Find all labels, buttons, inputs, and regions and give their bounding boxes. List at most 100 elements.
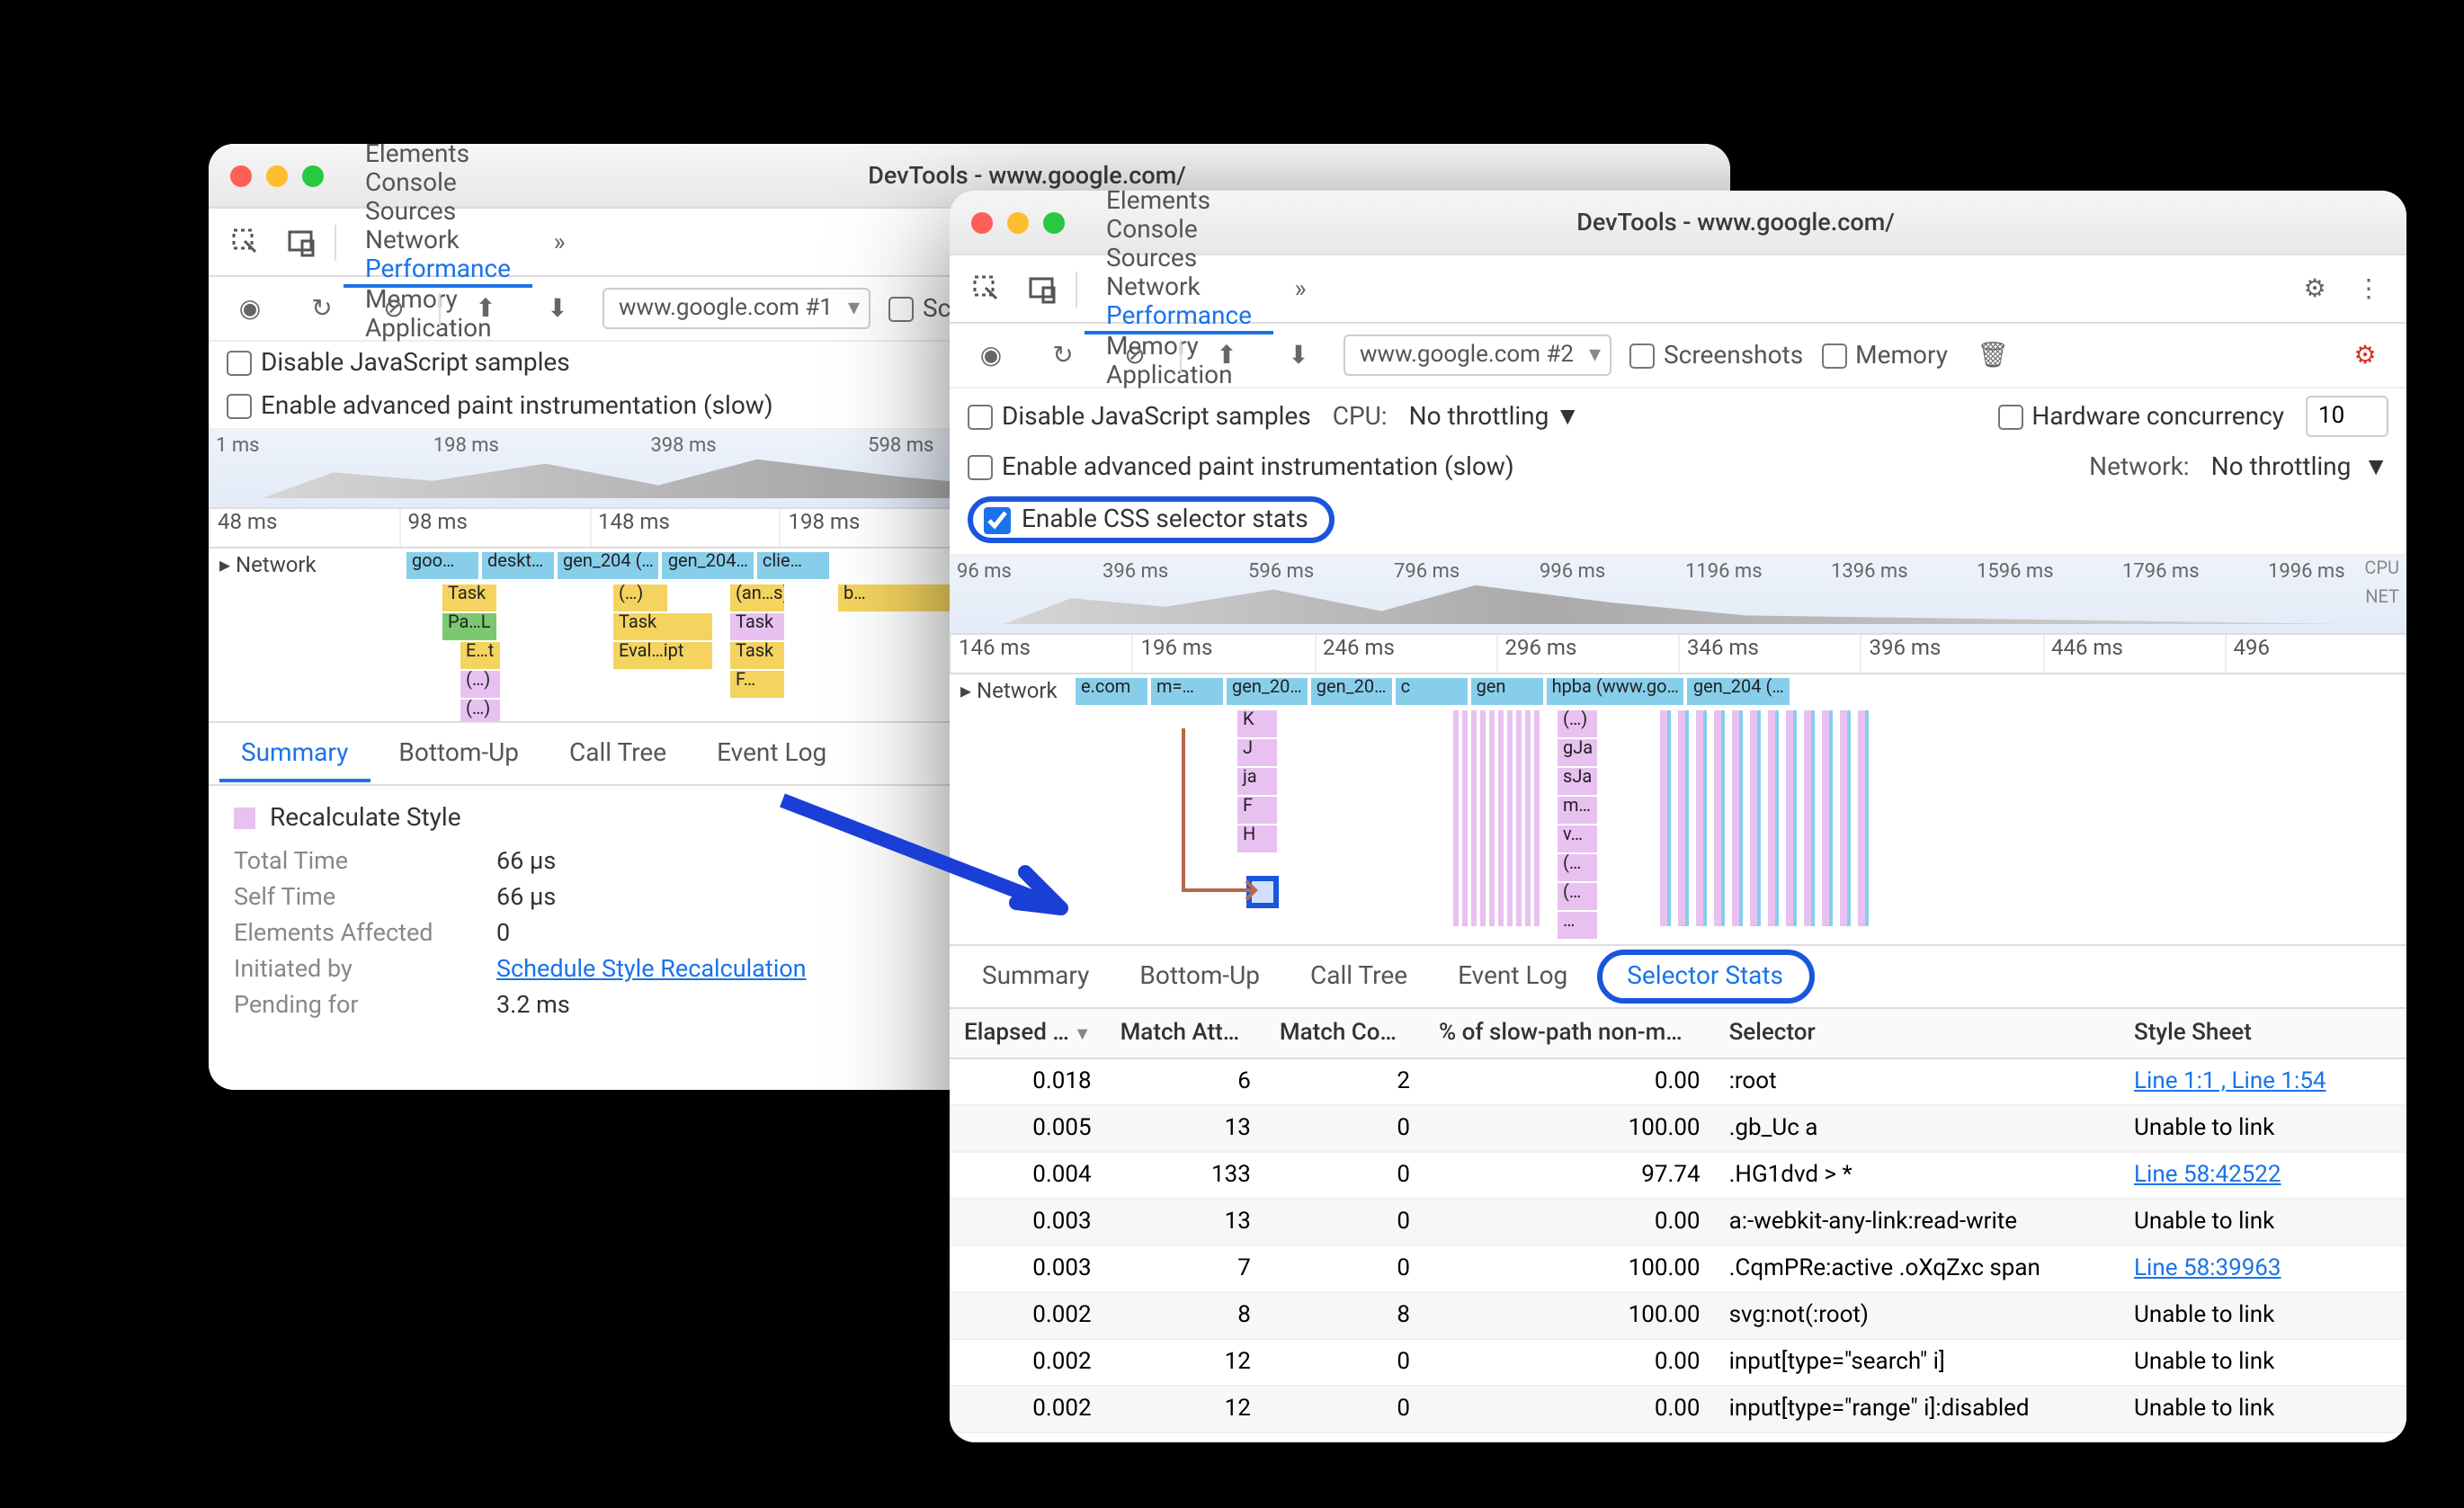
flame-block[interactable]: sJa: [1558, 768, 1597, 795]
profile-select[interactable]: www.google.com #1: [603, 288, 870, 329]
clear-icon[interactable]: ⊘: [367, 294, 421, 323]
network-item[interactable]: gen_20…: [1311, 678, 1392, 705]
network-item[interactable]: gen_204…: [663, 552, 754, 579]
table-row[interactable]: 0.0021200.00input[type="search" i]Unable…: [950, 1339, 2406, 1386]
upload-icon[interactable]: ⬆: [459, 294, 513, 323]
profile-select[interactable]: www.google.com #2: [1344, 335, 1611, 376]
time-ruler[interactable]: 146 ms196 ms246 ms296 ms346 ms396 ms446 …: [950, 635, 2406, 674]
col-header[interactable]: Elapsed …: [950, 1009, 1106, 1058]
flame-block[interactable]: …: [1558, 912, 1597, 939]
reload-icon[interactable]: ↻: [295, 294, 349, 323]
paint-instrumentation-checkbox[interactable]: Enable advanced paint instrumentation (s…: [227, 392, 773, 421]
record-icon[interactable]: ◉: [223, 294, 277, 323]
flame-block[interactable]: (…): [460, 700, 500, 721]
stylesheet-link[interactable]: Line 58:42522: [2134, 1162, 2281, 1189]
network-item[interactable]: gen_204 (…: [558, 552, 659, 579]
kebab-icon[interactable]: ⋮: [2342, 274, 2396, 303]
maximize-icon[interactable]: [1043, 211, 1065, 233]
detail-tab-selector-stats[interactable]: Selector Stats: [1596, 950, 1814, 1004]
flame-block[interactable]: m…: [1558, 797, 1597, 824]
tab-elements[interactable]: Elements: [344, 144, 532, 169]
network-item[interactable]: m=…: [1151, 678, 1223, 705]
detail-tab-call-tree[interactable]: Call Tree: [1289, 951, 1429, 1002]
network-item[interactable]: gen_204 (…: [1688, 678, 1790, 705]
flame-block[interactable]: E…t: [460, 642, 500, 669]
stylesheet-link[interactable]: Line 1:1 , Line 1:54: [2134, 1068, 2326, 1095]
cpu-throttle-select[interactable]: No throttling ▼: [1409, 401, 1580, 432]
flame-block[interactable]: (…): [1558, 710, 1597, 737]
tab-performance[interactable]: Performance: [344, 255, 532, 288]
flame-block[interactable]: b…: [838, 584, 946, 611]
flame-block[interactable]: Pa…L: [442, 613, 496, 640]
close-icon[interactable]: [230, 165, 252, 186]
download-icon[interactable]: ⬇: [531, 294, 585, 323]
detail-tab-bottom-up[interactable]: Bottom-Up: [377, 728, 540, 779]
gc-icon[interactable]: 🗑: [1966, 341, 2020, 370]
tab-performance[interactable]: Performance: [1085, 302, 1273, 335]
paint-instrumentation-checkbox[interactable]: Enable advanced paint instrumentation (s…: [968, 452, 1514, 481]
network-item[interactable]: goo…: [406, 552, 478, 579]
minimize-icon[interactable]: [266, 165, 288, 186]
upload-icon[interactable]: ⬆: [1200, 341, 1254, 370]
inspect-icon[interactable]: [960, 272, 1014, 305]
network-item[interactable]: hpba (www.go…: [1547, 678, 1684, 705]
inspect-icon[interactable]: [219, 226, 273, 258]
clear-icon[interactable]: ⊘: [1108, 341, 1162, 370]
table-row[interactable]: 0.0031300.00a:-webkit-any-link:read-writ…: [950, 1199, 2406, 1245]
hw-concurrency-input[interactable]: [2306, 396, 2388, 437]
table-row[interactable]: 0.0021200.00input[type="range" i]:disabl…: [950, 1386, 2406, 1432]
network-item[interactable]: gen: [1471, 678, 1543, 705]
close-icon[interactable]: [971, 211, 993, 233]
overview-minimap[interactable]: 96 ms396 ms596 ms796 ms996 ms1196 ms1396…: [950, 556, 2406, 635]
col-header[interactable]: Match Co…: [1265, 1009, 1424, 1058]
flame-block[interactable]: Task: [613, 613, 712, 640]
detail-tab-summary[interactable]: Summary: [219, 727, 370, 781]
hw-concurrency-checkbox[interactable]: Hardware concurrency: [1997, 402, 2284, 431]
col-header[interactable]: Style Sheet: [2120, 1009, 2406, 1058]
flame-block[interactable]: (…): [613, 584, 667, 611]
network-item[interactable]: deskt…: [482, 552, 554, 579]
table-row[interactable]: 0.004133097.74.HG1dvd > *Line 58:42522: [950, 1152, 2406, 1199]
flame-chart[interactable]: ▸ Network e.comm=…gen_20…gen_20…cgenhpba…: [950, 674, 2406, 944]
col-header[interactable]: Match Att…: [1106, 1009, 1265, 1058]
flame-block[interactable]: (…: [1558, 883, 1597, 910]
table-row[interactable]: 0.018620.00:rootLine 1:1 , Line 1:54: [950, 1058, 2406, 1105]
detail-tab-event-log[interactable]: Event Log: [1436, 951, 1589, 1002]
detail-tab-call-tree[interactable]: Call Tree: [548, 728, 688, 779]
more-tabs-icon[interactable]: »: [1273, 274, 1327, 303]
maximize-icon[interactable]: [302, 165, 324, 186]
flame-block[interactable]: Task: [442, 584, 496, 611]
network-track-label[interactable]: ▸ Network: [960, 678, 1058, 703]
css-selector-stats-checkbox[interactable]: Enable CSS selector stats: [968, 496, 1335, 543]
network-item[interactable]: e.com: [1076, 678, 1147, 705]
detail-tab-summary[interactable]: Summary: [960, 951, 1111, 1002]
reload-icon[interactable]: ↻: [1036, 341, 1090, 370]
table-row[interactable]: 0.00370100.00.CqmPRe:active .oXqZxc span…: [950, 1245, 2406, 1292]
flame-block[interactable]: F…: [730, 671, 784, 698]
download-icon[interactable]: ⬇: [1272, 341, 1326, 370]
gear-icon[interactable]: ⚙: [2288, 274, 2342, 303]
network-item[interactable]: c: [1396, 678, 1468, 705]
flame-block[interactable]: v…: [1558, 825, 1597, 852]
network-item[interactable]: gen_20…: [1227, 678, 1308, 705]
flame-block[interactable]: Eval…ipt: [613, 642, 712, 669]
disable-js-checkbox[interactable]: Disable JavaScript samples: [968, 402, 1311, 431]
network-track-label[interactable]: ▸ Network: [219, 552, 317, 577]
tab-network[interactable]: Network: [1085, 273, 1273, 302]
flame-block[interactable]: Task: [730, 613, 784, 640]
detail-tab-bottom-up[interactable]: Bottom-Up: [1118, 951, 1281, 1002]
col-header[interactable]: % of slow-path non-m…: [1424, 1009, 1715, 1058]
tab-sources[interactable]: Sources: [1085, 245, 1273, 273]
flame-block[interactable]: (…): [460, 671, 500, 698]
tab-console[interactable]: Console: [1085, 216, 1273, 245]
tab-network[interactable]: Network: [344, 227, 532, 255]
disable-js-checkbox[interactable]: Disable JavaScript samples: [227, 349, 570, 378]
screenshots-checkbox[interactable]: Screenshots: [1629, 341, 1803, 370]
col-header[interactable]: Selector: [1715, 1009, 2120, 1058]
tab-sources[interactable]: Sources: [344, 198, 532, 227]
record-icon[interactable]: ◉: [964, 341, 1018, 370]
table-row[interactable]: 0.002200.00img:is([sizes="auto" i], [siz…: [950, 1432, 2406, 1442]
flame-block[interactable]: (an…s): [730, 584, 784, 611]
network-throttle-select[interactable]: No throttling ▼: [2211, 451, 2388, 482]
device-icon[interactable]: [273, 226, 327, 258]
